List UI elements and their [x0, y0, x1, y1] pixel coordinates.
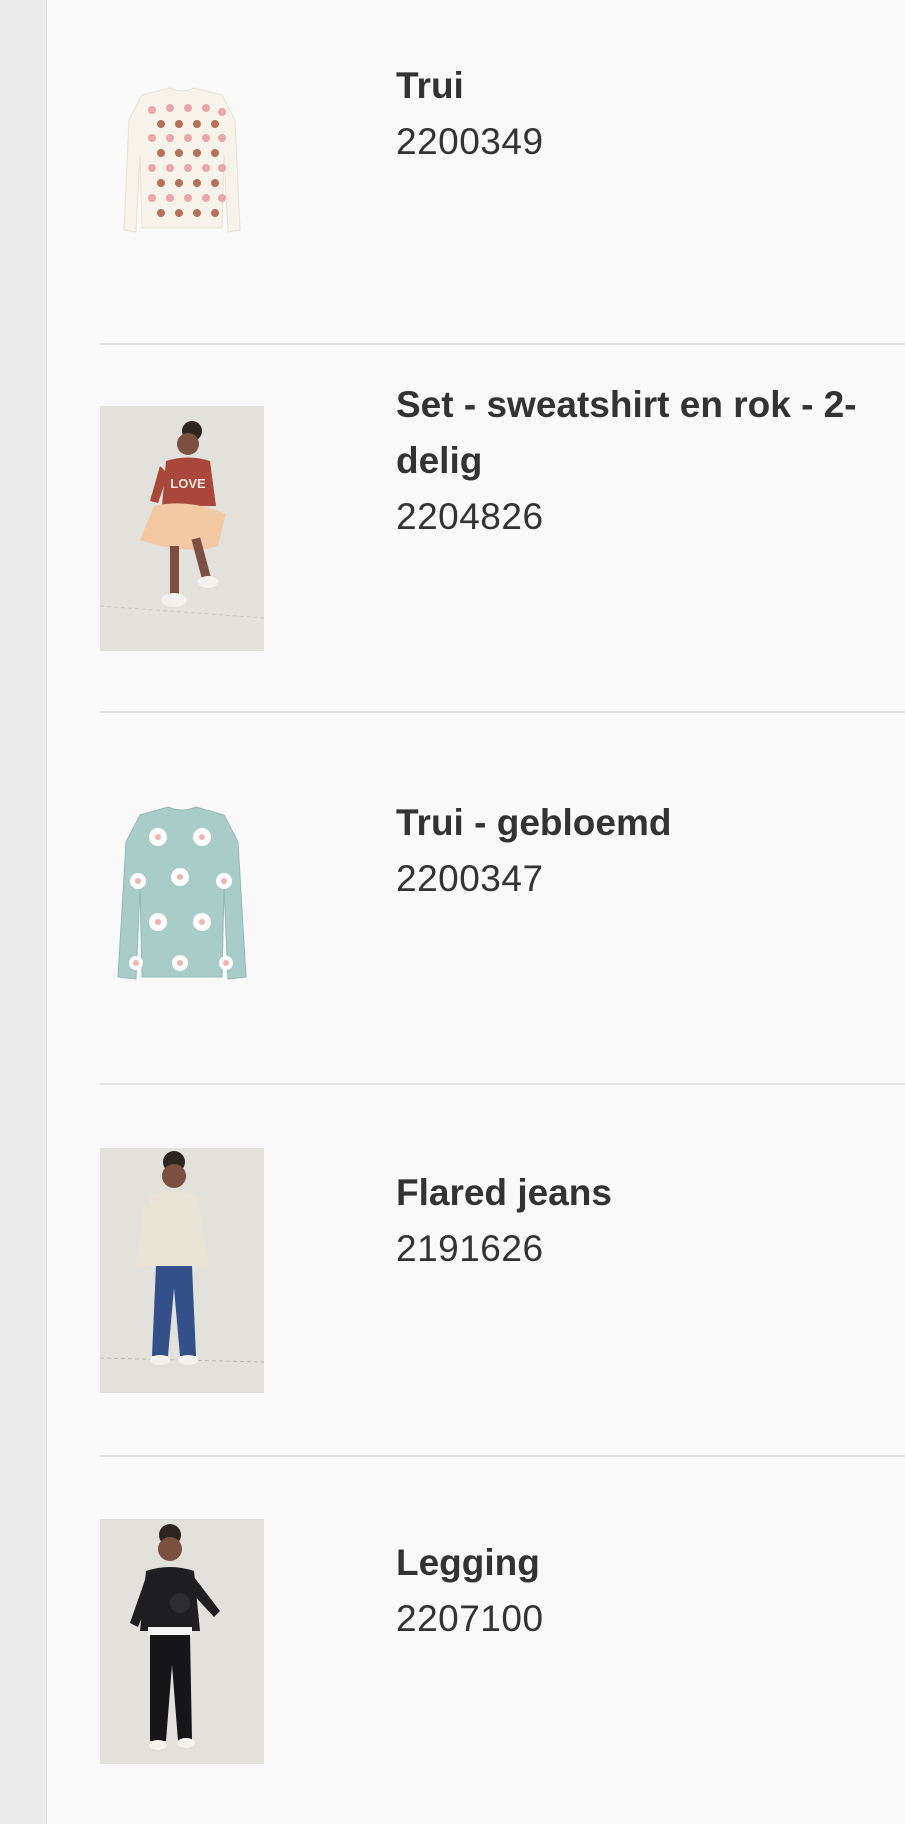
product-list-panel: Trui 2200349 LOVE Set - sweatshirt en ro… — [48, 0, 905, 1824]
product-code: 2204826 — [396, 496, 544, 537]
list-item[interactable]: Legging 2207100 — [100, 1455, 905, 1824]
girl-black-legging-image — [100, 1519, 264, 1764]
product-code: 2207100 — [396, 1598, 544, 1639]
list-item[interactable]: LOVE Set - sweatshirt en rok - 2-delig 2… — [100, 345, 905, 715]
left-rail — [0, 0, 47, 1824]
product-info: Set - sweatshirt en rok - 2-delig 220482… — [396, 377, 886, 545]
girl-flared-jeans-image — [100, 1148, 264, 1393]
product-code: 2200347 — [396, 858, 544, 899]
product-image[interactable]: LOVE — [100, 406, 264, 651]
list-item[interactable]: Flared jeans 2191626 — [100, 1085, 905, 1457]
product-image[interactable] — [100, 777, 264, 1022]
product-name: Legging — [396, 1542, 540, 1583]
girl-sweatshirt-skirt-image: LOVE — [100, 406, 264, 651]
product-name: Trui — [396, 65, 464, 106]
product-code: 2191626 — [396, 1228, 544, 1269]
product-image[interactable] — [100, 60, 264, 305]
product-name: Flared jeans — [396, 1172, 612, 1213]
sweatshirt-print: LOVE — [170, 476, 206, 491]
list-item[interactable]: Trui 2200349 — [100, 0, 905, 370]
product-info: Trui 2200349 — [396, 58, 886, 170]
product-image[interactable] — [100, 1148, 264, 1393]
product-name: Trui - gebloemd — [396, 802, 672, 843]
product-code: 2200349 — [396, 121, 544, 162]
product-info: Trui - gebloemd 2200347 — [396, 795, 886, 907]
flower-sweater-image — [117, 806, 247, 980]
row-divider — [100, 711, 905, 713]
product-info: Legging 2207100 — [396, 1535, 886, 1647]
product-name: Set - sweatshirt en rok - 2-delig — [396, 384, 857, 481]
product-info: Flared jeans 2191626 — [396, 1165, 886, 1277]
list-item[interactable]: Trui - gebloemd 2200347 — [100, 715, 905, 1085]
product-image[interactable] — [100, 1519, 264, 1764]
heart-sweater-image — [123, 87, 241, 233]
